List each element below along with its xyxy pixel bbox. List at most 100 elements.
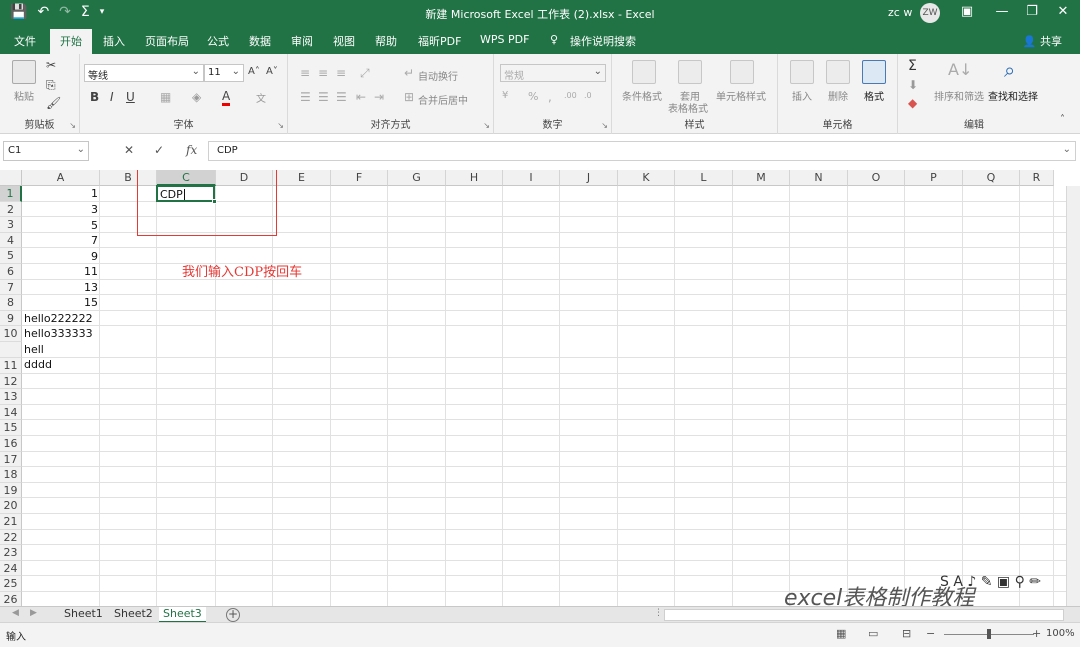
collapse-ribbon-icon[interactable]: ˄ (1060, 114, 1065, 125)
align-left-icon[interactable]: ☰ (300, 90, 311, 104)
row-header-continuation[interactable] (0, 342, 22, 358)
cell-styles-label[interactable]: 单元格样式 (716, 88, 766, 103)
tab-wps-pdf[interactable]: WPS PDF (480, 33, 529, 46)
number-launcher-icon[interactable]: ↘ (601, 121, 608, 130)
format-cells-icon[interactable] (862, 60, 886, 84)
align-center-icon[interactable]: ☰ (318, 90, 329, 104)
column-header-p[interactable]: P (905, 170, 963, 186)
delete-cells-label[interactable]: 删除 (828, 88, 848, 103)
cell-a1[interactable]: 1 (24, 186, 98, 201)
merge-label[interactable]: 合并后居中 (418, 92, 468, 107)
sheet-tab-2[interactable]: Sheet2 (110, 607, 157, 623)
tab-review[interactable]: 审阅 (291, 33, 313, 49)
indent-icon[interactable]: ⇤ (356, 90, 366, 104)
orientation-icon[interactable]: ⤢ (360, 66, 370, 81)
column-header-j[interactable]: J (560, 170, 618, 186)
outdent-icon[interactable]: ⇥ (374, 90, 384, 104)
wrap-text-label[interactable]: 自动换行 (418, 68, 458, 83)
close-icon[interactable]: ✕ (1053, 4, 1073, 19)
cell-a4[interactable]: 7 (24, 233, 98, 248)
sort-filter-label[interactable]: 排序和筛选 (934, 88, 984, 103)
increase-font-icon[interactable]: A˄ (248, 66, 260, 77)
insert-function-icon[interactable]: fx (186, 143, 197, 157)
cell-a10[interactable]: hello333333 (24, 326, 93, 341)
sort-filter-icon[interactable]: A↓ (948, 60, 972, 79)
number-format-select[interactable]: 常规 ⌄ (500, 64, 606, 82)
align-right-icon[interactable]: ☰ (336, 90, 347, 104)
page-break-view-icon[interactable]: ⊟ (902, 627, 911, 640)
tab-foxit-pdf[interactable]: 福昕PDF (418, 33, 461, 49)
delete-cells-icon[interactable] (826, 60, 850, 84)
row-header-8[interactable]: 8 (0, 295, 22, 311)
row-header-5[interactable]: 5 (0, 248, 22, 264)
tab-home[interactable]: 开始 (50, 29, 92, 54)
italic-icon[interactable]: I (110, 90, 114, 104)
share-button[interactable]: 👤 共享 (1023, 33, 1062, 49)
tab-data[interactable]: 数据 (249, 33, 271, 49)
row-header-25[interactable]: 25 (0, 576, 22, 592)
tab-help[interactable]: 帮助 (375, 33, 397, 49)
column-header-m[interactable]: M (733, 170, 790, 186)
format-cells-label[interactable]: 格式 (864, 88, 884, 103)
avatar[interactable]: ZW (920, 3, 940, 23)
undo-icon[interactable]: ↶ (37, 4, 49, 20)
column-header-k[interactable]: K (618, 170, 675, 186)
find-select-label[interactable]: 查找和选择 (988, 88, 1038, 103)
row-header-3[interactable]: 3 (0, 217, 22, 233)
row-header-18[interactable]: 18 (0, 467, 22, 483)
insert-cells-label[interactable]: 插入 (792, 88, 812, 103)
cell-a10-line2[interactable]: hell (24, 342, 44, 357)
row-header-21[interactable]: 21 (0, 514, 22, 530)
border-icon[interactable]: ▦ (160, 90, 171, 104)
page-layout-view-icon[interactable]: ▭ (868, 627, 878, 640)
fill-icon[interactable]: ⬇ (908, 78, 918, 92)
row-header-2[interactable]: 2 (0, 201, 22, 218)
cut-icon[interactable]: ✂ (46, 58, 56, 72)
sheet-tab-3[interactable]: Sheet3 (159, 607, 206, 623)
row-header-13[interactable]: 13 (0, 389, 22, 405)
minimize-icon[interactable]: — (992, 4, 1012, 19)
vertical-scrollbar[interactable] (1066, 186, 1080, 606)
row-header-26[interactable]: 26 (0, 592, 22, 606)
clipboard-launcher-icon[interactable]: ↘ (69, 121, 76, 130)
font-name-select[interactable]: 等线 ⌄ (84, 64, 204, 82)
row-header-15[interactable]: 15 (0, 420, 22, 436)
cell-a9[interactable]: hello222222 (24, 311, 93, 326)
search-icon[interactable]: ⌕ (1004, 58, 1015, 82)
format-table-label-2[interactable]: 表格格式 (668, 100, 708, 115)
decrease-decimal-icon[interactable]: .0 (584, 91, 592, 100)
paste-icon[interactable] (12, 60, 36, 84)
conditional-format-icon[interactable] (632, 60, 656, 84)
tab-formulas[interactable]: 公式 (207, 33, 229, 49)
paste-label[interactable]: 粘贴 (14, 88, 34, 103)
cell-a2[interactable]: 3 (24, 202, 98, 217)
zoom-out-icon[interactable]: − (926, 627, 935, 640)
cancel-entry-icon[interactable]: ✕ (124, 143, 134, 157)
ribbon-display-icon[interactable]: ▣ (957, 4, 977, 19)
row-header-11[interactable]: 11 (0, 358, 22, 374)
cell-a7[interactable]: 13 (24, 280, 98, 295)
phonetic-icon[interactable]: 文 (256, 90, 266, 105)
row-header-10[interactable]: 10 (0, 326, 22, 342)
cell-a6[interactable]: 11 (24, 264, 98, 279)
row-header-24[interactable]: 24 (0, 560, 22, 577)
column-header-f[interactable]: F (331, 170, 388, 186)
row-header-9[interactable]: 9 (0, 310, 22, 327)
tab-insert[interactable]: 插入 (103, 33, 125, 49)
tab-page-layout[interactable]: 页面布局 (145, 33, 189, 49)
copy-icon[interactable]: ⎘ (46, 78, 56, 93)
alignment-launcher-icon[interactable]: ↘ (483, 121, 490, 130)
normal-view-icon[interactable]: ▦ (836, 627, 846, 640)
merge-icon[interactable]: ⊞ (404, 90, 414, 104)
redo-icon[interactable]: ↷ (59, 4, 71, 20)
format-table-icon[interactable] (678, 60, 702, 84)
column-header-n[interactable]: N (790, 170, 848, 186)
column-header-h[interactable]: H (446, 170, 503, 186)
zoom-slider-thumb[interactable] (987, 629, 991, 639)
row-header-12[interactable]: 12 (0, 373, 22, 390)
conditional-format-label[interactable]: 条件格式 (622, 88, 662, 103)
column-header-r[interactable]: R (1020, 170, 1054, 186)
column-header-a[interactable]: A (22, 170, 100, 186)
autosum-ribbon-icon[interactable]: Σ (908, 58, 917, 74)
zoom-in-icon[interactable]: + (1032, 627, 1041, 640)
